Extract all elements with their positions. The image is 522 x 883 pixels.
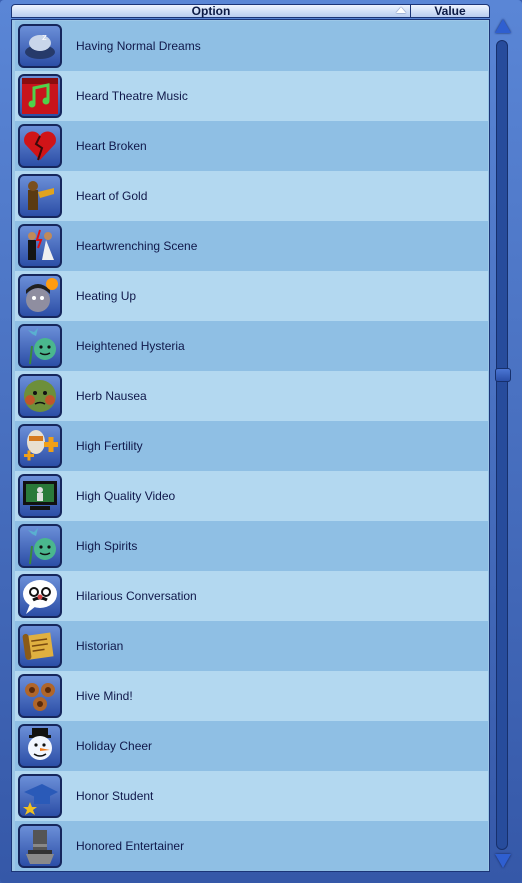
graduation-cap-icon xyxy=(18,774,62,818)
options-list: z Having Normal Dreams Heard Theatre Music… xyxy=(11,19,490,872)
list-item[interactable]: Herb Nausea xyxy=(15,371,488,421)
list-item-label: Honored Entertainer xyxy=(76,839,185,853)
list-item[interactable]: Hilarious Conversation xyxy=(15,571,488,621)
list-item-label: Hilarious Conversation xyxy=(76,589,197,603)
list-item[interactable]: High Fertility xyxy=(15,421,488,471)
monitor-icon xyxy=(18,474,62,518)
arrow-down-icon xyxy=(495,854,511,868)
plant-face-icon xyxy=(18,324,62,368)
theatre-music-icon xyxy=(18,74,62,118)
list-header: Option Value xyxy=(11,4,490,18)
list-item-label: Having Normal Dreams xyxy=(76,39,201,53)
hive-icon xyxy=(18,674,62,718)
list-item-label: High Spirits xyxy=(76,539,138,553)
list-item-label: High Fertility xyxy=(76,439,143,453)
list-item[interactable]: Historian xyxy=(15,621,488,671)
list-item-label: Heightened Hysteria xyxy=(76,339,185,353)
list-item[interactable]: Heart of Gold xyxy=(15,171,488,221)
list-item[interactable]: High Spirits xyxy=(15,521,488,571)
list-item-label: Historian xyxy=(76,639,124,653)
sick-face-icon xyxy=(18,374,62,418)
option-column-header[interactable]: Option xyxy=(12,4,411,18)
list-item-label: Heart Broken xyxy=(76,139,147,153)
top-hat-icon xyxy=(18,824,62,868)
list-item[interactable]: z Having Normal Dreams xyxy=(15,21,488,71)
dreams-icon: z xyxy=(18,24,62,68)
list-item-label: Holiday Cheer xyxy=(76,739,153,753)
value-column-label: Value xyxy=(434,4,466,18)
value-column-header[interactable]: Value xyxy=(411,4,489,18)
list-item[interactable]: Heart Broken xyxy=(15,121,488,171)
scroll-icon xyxy=(18,624,62,668)
wedding-couple-icon xyxy=(18,224,62,268)
list-item[interactable]: Heightened Hysteria xyxy=(15,321,488,371)
list-item[interactable]: Honor Student xyxy=(15,771,488,821)
scrollbar-thumb[interactable] xyxy=(495,368,511,382)
list-item-label: Heartwrenching Scene xyxy=(76,239,198,253)
list-item-label: Heart of Gold xyxy=(76,189,148,203)
list-item[interactable]: Honored Entertainer xyxy=(15,821,488,871)
list-item[interactable]: Heard Theatre Music xyxy=(15,71,488,121)
svg-text:z: z xyxy=(42,33,47,43)
list-item[interactable]: Hive Mind! xyxy=(15,671,488,721)
arrow-up-icon xyxy=(495,19,511,33)
list-item[interactable]: Holiday Cheer xyxy=(15,721,488,771)
scroll-down-button[interactable] xyxy=(493,852,513,870)
broken-heart-icon xyxy=(18,124,62,168)
fertility-plus-icon xyxy=(18,424,62,468)
list-item[interactable]: Heartwrenching Scene xyxy=(15,221,488,271)
plant-face-icon xyxy=(18,524,62,568)
list-item-label: Heard Theatre Music xyxy=(76,89,188,103)
list-item-label: Herb Nausea xyxy=(76,389,147,403)
sort-ascending-icon[interactable] xyxy=(396,7,406,13)
snowman-icon xyxy=(18,724,62,768)
list-item-label: Hive Mind! xyxy=(76,689,133,703)
list-item[interactable]: High Quality Video xyxy=(15,471,488,521)
scroll-up-button[interactable] xyxy=(493,17,513,35)
heart-of-gold-icon xyxy=(18,174,62,218)
list-item[interactable]: Heating Up xyxy=(15,271,488,321)
option-column-label: Option xyxy=(191,4,231,18)
list-item-label: High Quality Video xyxy=(76,489,176,503)
speech-bubble-disguise-icon xyxy=(18,574,62,618)
scrollbar-track[interactable] xyxy=(496,40,508,850)
vampire-sun-icon xyxy=(18,274,62,318)
list-item-label: Honor Student xyxy=(76,789,154,803)
list-item-label: Heating Up xyxy=(76,289,137,303)
